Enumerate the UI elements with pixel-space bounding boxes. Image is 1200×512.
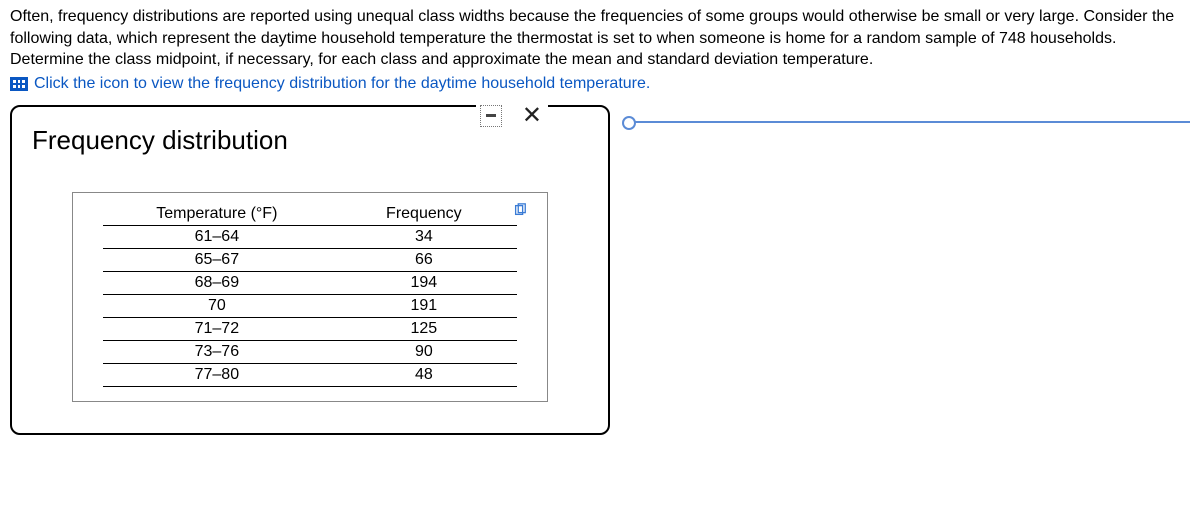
header-frequency: Frequency xyxy=(331,203,517,226)
table-row: 77–8048 xyxy=(103,363,517,386)
frequency-table: Temperature (°F) Frequency 61–6434 65–67… xyxy=(103,203,517,387)
table-grid-icon xyxy=(10,77,28,91)
table-row: 68–69194 xyxy=(103,271,517,294)
frequency-dialog: ✕ Frequency distribution Temperature (°F… xyxy=(10,105,610,435)
problem-statement: Often, frequency distributions are repor… xyxy=(10,6,1190,71)
minimize-button[interactable] xyxy=(480,105,502,127)
view-distribution-link[interactable]: Click the icon to view the frequency dis… xyxy=(10,75,1190,93)
link-label: Click the icon to view the frequency dis… xyxy=(34,75,650,93)
header-temperature: Temperature (°F) xyxy=(103,203,331,226)
table-row: 61–6434 xyxy=(103,225,517,248)
connector-line xyxy=(628,121,1190,123)
frequency-table-container: Temperature (°F) Frequency 61–6434 65–67… xyxy=(72,192,548,402)
close-button[interactable]: ✕ xyxy=(520,106,544,126)
table-row: 73–7690 xyxy=(103,340,517,363)
table-row: 70191 xyxy=(103,294,517,317)
dialog-title: Frequency distribution xyxy=(32,125,588,156)
table-row: 71–72125 xyxy=(103,317,517,340)
connector-bulb xyxy=(622,116,636,130)
copy-icon[interactable] xyxy=(513,203,527,217)
table-row: 65–6766 xyxy=(103,248,517,271)
